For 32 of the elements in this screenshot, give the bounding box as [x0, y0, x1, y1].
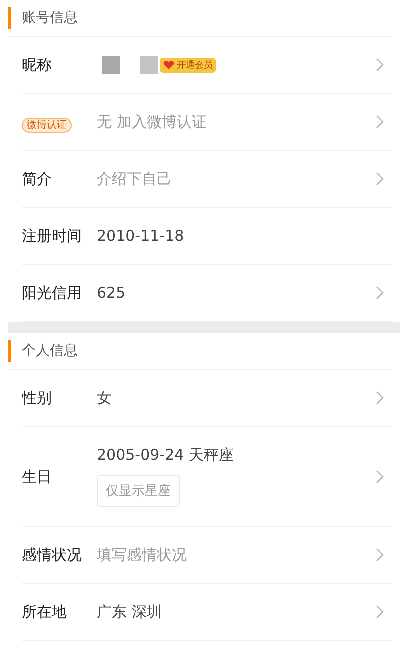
- chevron-icon[interactable]: [376, 172, 384, 186]
- vip-badge[interactable]: 开通会员: [160, 58, 216, 72]
- chevron-icon[interactable]: [376, 286, 384, 300]
- chevron-icon[interactable]: [376, 548, 384, 562]
- chevron-icon[interactable]: [376, 115, 384, 129]
- redacted-block: [102, 56, 120, 74]
- section-title: 账号信息: [22, 9, 78, 27]
- row-label: 注册时间: [22, 227, 82, 245]
- row-value: 无 加入微博认证: [97, 112, 207, 132]
- chevron-icon[interactable]: [376, 605, 384, 619]
- row-label: 简介: [22, 170, 52, 188]
- chevron-icon[interactable]: [376, 58, 384, 72]
- row-label: 昵称: [22, 56, 52, 74]
- row-label: 性别: [22, 389, 52, 407]
- row-value: 介绍下自己: [97, 170, 172, 188]
- row-value: 2010-11-18: [97, 227, 184, 245]
- row-value: 女: [97, 388, 112, 408]
- zodiac-only-button[interactable]: 仅显示星座: [97, 475, 180, 507]
- row-value: 广东 深圳: [97, 602, 162, 622]
- row-value: 625: [97, 284, 126, 302]
- heart-icon: [163, 60, 175, 70]
- row-value: 2005-09-24 天秤座: [97, 446, 234, 465]
- verification-badge: 微博认证: [22, 118, 72, 132]
- chevron-icon[interactable]: [376, 391, 384, 405]
- row-label: 阳光信用: [22, 284, 82, 302]
- redacted-block: [140, 56, 158, 74]
- chevron-icon[interactable]: [376, 470, 384, 484]
- row-label: 感情状况: [22, 546, 82, 564]
- row-label: 生日: [22, 468, 52, 486]
- row-label: 所在地: [22, 603, 67, 621]
- section-title: 个人信息: [22, 342, 78, 360]
- row-value: 填写感情状况: [97, 546, 187, 564]
